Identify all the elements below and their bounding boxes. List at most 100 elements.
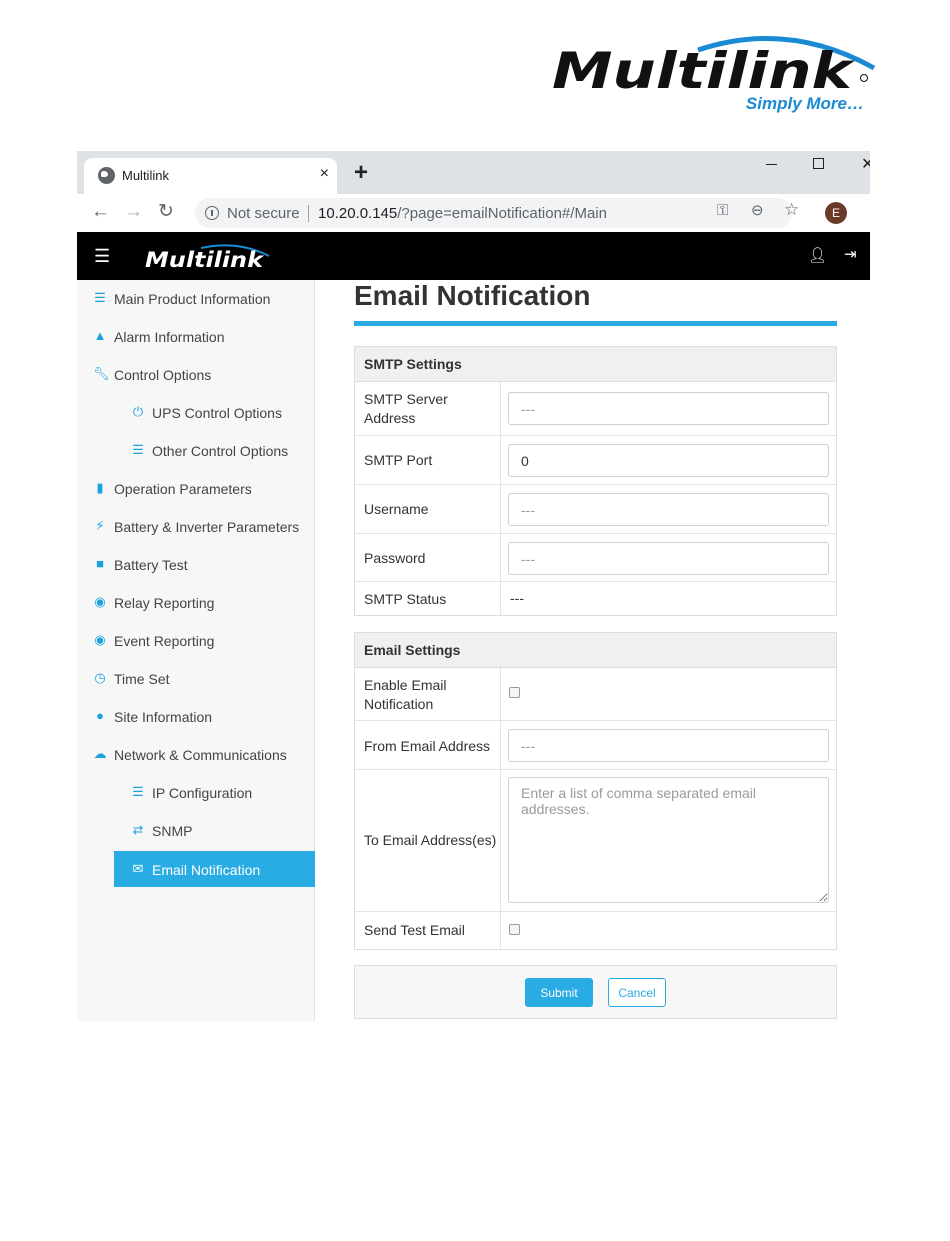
submit-button[interactable]: Submit bbox=[525, 978, 593, 1007]
sidebar-item-label: Time Set bbox=[114, 671, 170, 687]
enable-email-checkbox[interactable] bbox=[509, 687, 520, 698]
reload-icon[interactable]: ↻ bbox=[158, 201, 174, 223]
smtp-server-label: SMTP Server Address bbox=[364, 391, 448, 426]
username-row: Username bbox=[355, 485, 836, 534]
password-row: Password bbox=[355, 534, 836, 582]
zoom-icon[interactable]: ⊖ bbox=[751, 203, 764, 219]
brand-tagline: Simply More… bbox=[745, 94, 864, 113]
browser-toolbar: ← → ↻ Not secure 10.20.0.145/?page=email… bbox=[77, 194, 870, 232]
maximize-icon[interactable] bbox=[813, 158, 824, 169]
smtp-server-cell bbox=[500, 382, 837, 435]
smtp-server-row: SMTP Server Address bbox=[355, 382, 836, 436]
smtp-status-value: --- bbox=[510, 590, 524, 606]
username-label: Username bbox=[364, 501, 429, 517]
globe-icon bbox=[98, 167, 115, 184]
bar-chart-icon: ▮ bbox=[96, 480, 104, 495]
to-email-row: To Email Address(es) bbox=[355, 770, 836, 912]
smtp-port-input[interactable] bbox=[508, 444, 829, 477]
tab-strip: Multilink × + ✕ bbox=[77, 151, 870, 194]
to-email-label: To Email Address(es) bbox=[364, 832, 497, 848]
url-text[interactable]: 10.20.0.145/?page=emailNotification#/Mai… bbox=[318, 205, 607, 222]
sidebar-item-label: Battery Test bbox=[114, 557, 188, 573]
wrench-icon: 🔧︎ bbox=[93, 366, 110, 381]
star-icon[interactable]: ☆ bbox=[784, 201, 799, 218]
from-email-cell bbox=[500, 721, 837, 769]
sidebar-item-network-communications[interactable]: ☁︎ Network & Communications bbox=[77, 736, 315, 774]
sidebar-item-alarm-information[interactable]: ▲ Alarm Information bbox=[77, 318, 315, 356]
sidebar-item-battery-test[interactable]: ■ Battery Test bbox=[77, 546, 315, 584]
new-tab-button[interactable]: + bbox=[354, 161, 368, 185]
sidebar-item-label: Other Control Options bbox=[152, 443, 289, 459]
browser-tab[interactable]: Multilink × bbox=[84, 158, 337, 194]
sidebar-item-label: Event Reporting bbox=[114, 633, 215, 649]
cancel-button[interactable]: Cancel bbox=[608, 978, 666, 1007]
sidebar-item-ip-configuration[interactable]: ☰ IP Configuration bbox=[77, 774, 315, 812]
key-icon[interactable]: ⚿ bbox=[717, 203, 728, 219]
sidebar-item-main-product-information[interactable]: ☰ Main Product Information bbox=[77, 280, 315, 318]
navbar-logo-text: Multilink bbox=[145, 248, 265, 272]
profile-avatar[interactable]: E bbox=[825, 202, 847, 224]
logout-icon[interactable]: ⇥ bbox=[844, 245, 857, 263]
sidebar-item-label: SNMP bbox=[152, 823, 193, 839]
user-icon[interactable]: 👤︎ bbox=[808, 246, 827, 264]
send-test-email-row: Send Test Email bbox=[355, 912, 836, 949]
back-icon[interactable]: ← bbox=[91, 201, 110, 223]
sidebar-item-label: Main Product Information bbox=[114, 291, 271, 307]
forward-icon[interactable]: → bbox=[124, 201, 143, 223]
sidebar-item-other-control-options[interactable]: ☰ Other Control Options bbox=[77, 432, 315, 470]
username-input[interactable] bbox=[508, 493, 829, 526]
navbar-logo[interactable]: Multilink bbox=[143, 242, 271, 272]
sidebar-item-snmp[interactable]: ⇄ SNMP bbox=[77, 812, 315, 850]
smtp-port-label: SMTP Port bbox=[364, 452, 433, 468]
browser-window: Multilink × + ✕ ← → ↻ Not secure 10.20.0… bbox=[77, 151, 870, 1021]
transfer-icon: ⇄ bbox=[132, 822, 144, 837]
security-label[interactable]: Not secure bbox=[227, 205, 300, 222]
hamburger-menu-icon[interactable]: ☰ bbox=[94, 246, 110, 266]
send-test-email-checkbox[interactable] bbox=[509, 924, 520, 935]
sidebar-item-email-notification[interactable]: ✉︎ Email Notification bbox=[114, 851, 315, 887]
to-email-textarea[interactable] bbox=[508, 777, 829, 903]
tab-title: Multilink bbox=[122, 168, 169, 183]
close-icon[interactable]: × bbox=[320, 165, 329, 183]
sidebar: ☰ Main Product Information ▲ Alarm Infor… bbox=[77, 280, 315, 1021]
title-divider bbox=[354, 321, 837, 326]
smtp-status-label: SMTP Status bbox=[364, 591, 447, 607]
address-bar[interactable]: Not secure 10.20.0.145/?page=emailNotifi… bbox=[195, 198, 792, 228]
send-test-email-cell bbox=[500, 912, 837, 949]
sidebar-item-battery-inverter-parameters[interactable]: ⚡︎ Battery & Inverter Parameters bbox=[77, 508, 315, 546]
sidebar-item-operation-parameters[interactable]: ▮ Operation Parameters bbox=[77, 470, 315, 508]
smtp-status-row: SMTP Status --- bbox=[355, 582, 836, 616]
sidebar-item-control-options[interactable]: 🔧︎ Control Options bbox=[77, 356, 315, 394]
url-host: 10.20.0.145 bbox=[318, 205, 398, 222]
password-input[interactable] bbox=[508, 542, 829, 575]
window-close-icon[interactable]: ✕ bbox=[861, 154, 870, 174]
power-icon: ⏻ bbox=[132, 404, 144, 419]
from-email-input[interactable] bbox=[508, 729, 829, 762]
sidebar-item-time-set[interactable]: ◷ Time Set bbox=[77, 660, 315, 698]
record-icon: ◉ bbox=[94, 632, 106, 647]
sidebar-item-label: UPS Control Options bbox=[152, 405, 282, 421]
username-cell bbox=[500, 485, 837, 533]
smtp-server-input[interactable] bbox=[508, 392, 829, 425]
password-label: Password bbox=[364, 550, 426, 566]
form-actions: Submit Cancel bbox=[354, 965, 837, 1019]
menu-icon[interactable]: ⋮ bbox=[865, 202, 870, 222]
sidebar-item-label: Site Information bbox=[114, 709, 213, 725]
minimize-icon[interactable] bbox=[766, 164, 777, 165]
sidebar-item-event-reporting[interactable]: ◉ Event Reporting bbox=[77, 622, 315, 660]
info-icon[interactable] bbox=[205, 206, 219, 220]
sidebar-item-label: Operation Parameters bbox=[114, 481, 252, 497]
sidebar-item-label: IP Configuration bbox=[152, 785, 253, 801]
enable-email-label: Enable Email Notification bbox=[364, 677, 447, 712]
smtp-port-cell bbox=[500, 436, 837, 484]
smtp-settings-panel: SMTP Settings SMTP Server Address SMTP P… bbox=[354, 346, 837, 616]
battery-icon: ■ bbox=[96, 556, 104, 571]
record-icon: ◉ bbox=[94, 594, 106, 609]
sidebar-item-label: Alarm Information bbox=[114, 329, 225, 345]
omnibox-divider bbox=[308, 205, 309, 222]
sidebar-item-relay-reporting[interactable]: ◉ Relay Reporting bbox=[77, 584, 315, 622]
sidebar-item-site-information[interactable]: ● Site Information bbox=[77, 698, 315, 736]
sidebar-item-ups-control-options[interactable]: ⏻ UPS Control Options bbox=[77, 394, 315, 432]
enable-email-cell bbox=[500, 668, 837, 720]
from-email-row: From Email Address bbox=[355, 721, 836, 770]
